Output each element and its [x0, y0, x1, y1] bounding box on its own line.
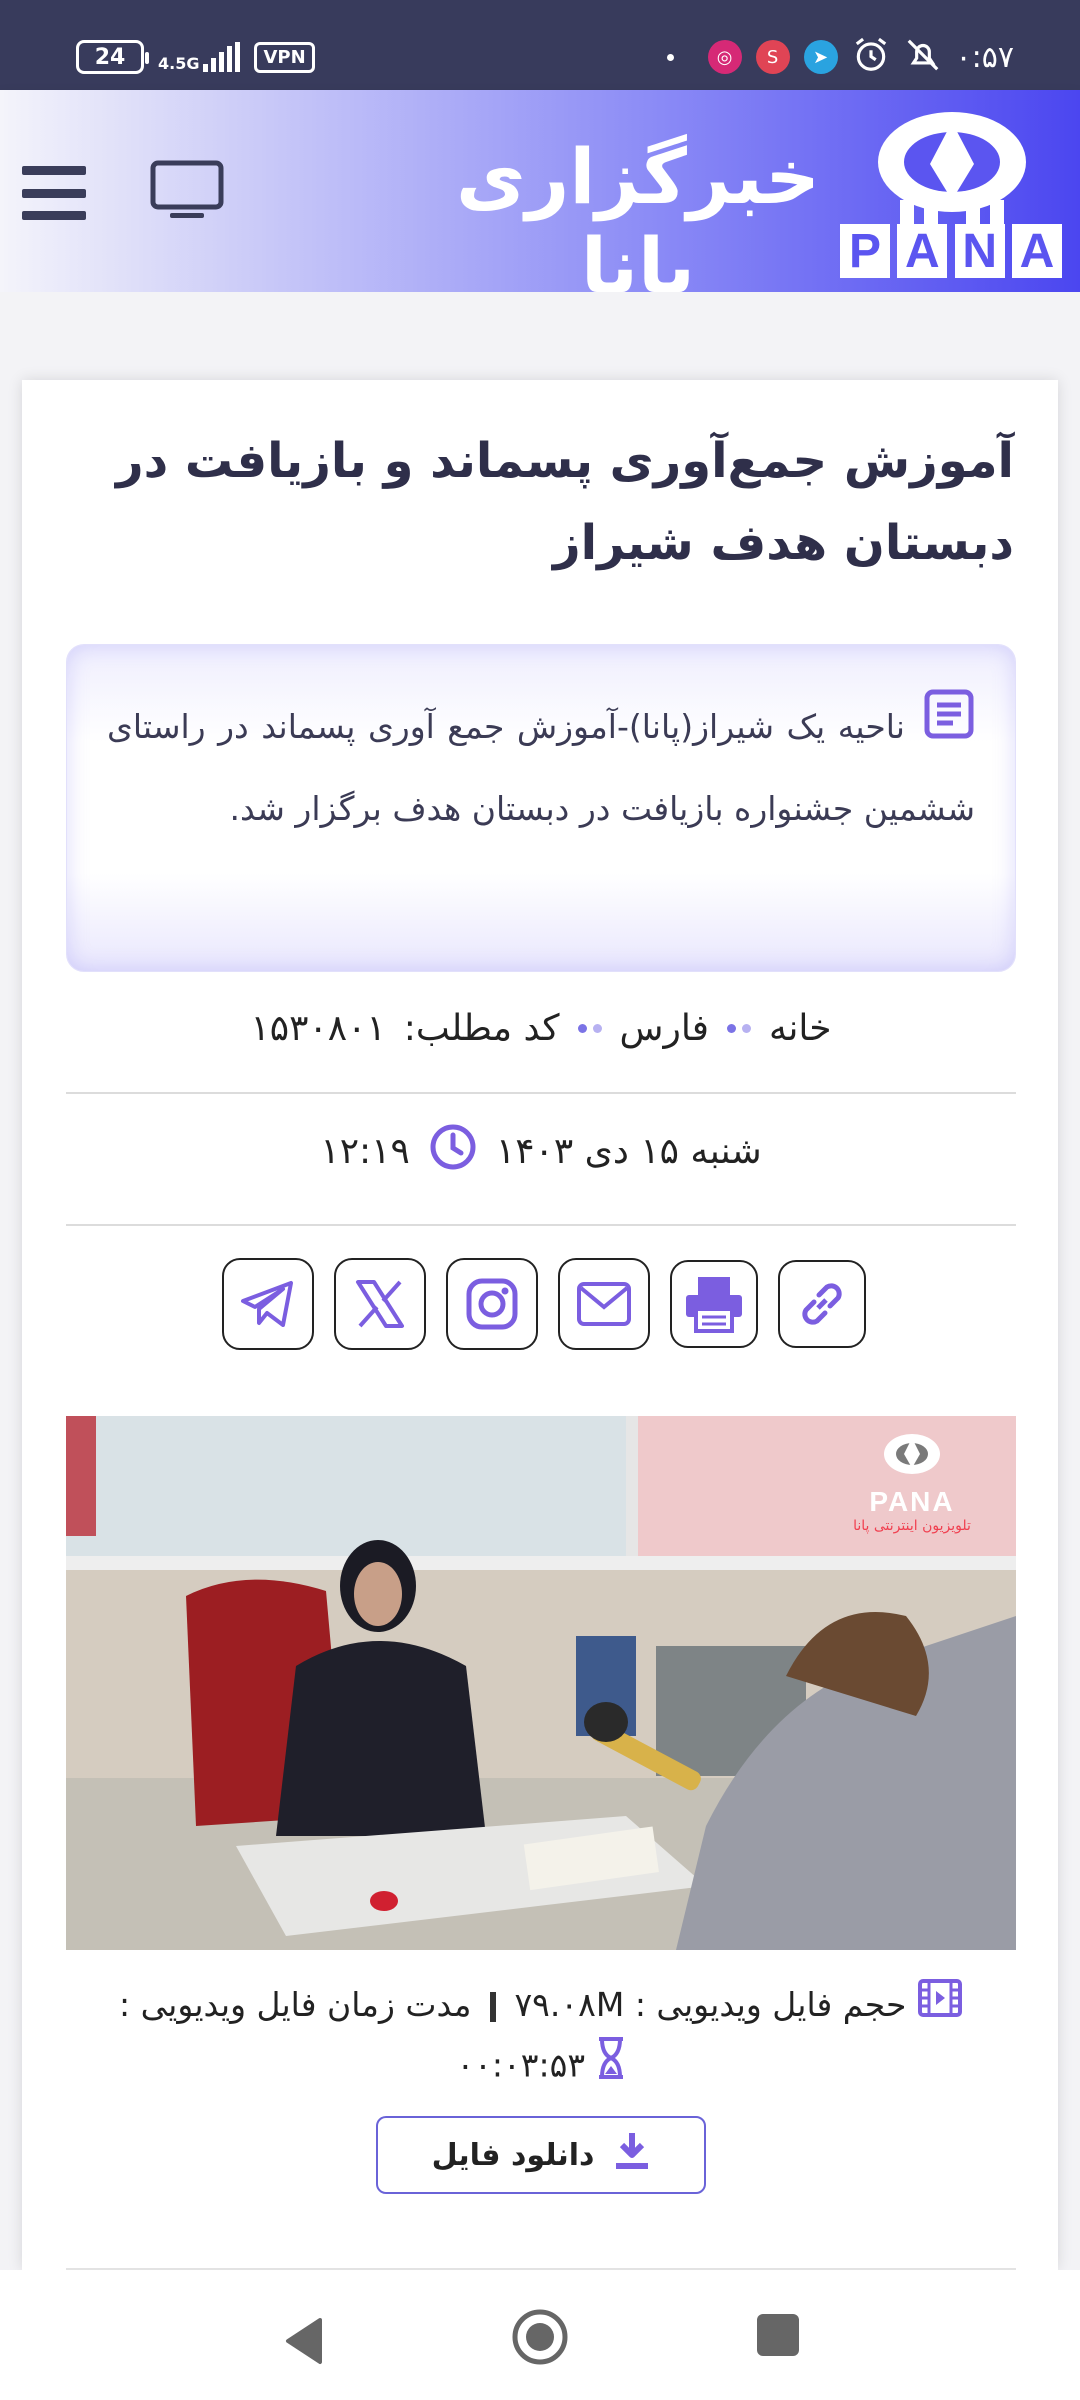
file-size-value: ۷۹.۰۸M [514, 1985, 625, 2024]
instagram-notification-icon: ◎ [707, 40, 742, 74]
print-button[interactable] [670, 1260, 758, 1348]
file-size-label: حجم فایل ویدیویی : [634, 1985, 907, 2024]
publish-date: شنبه ۱۵ دی ۱۴۰۳ ۱۲:۱۹ [66, 1122, 1016, 1181]
share-x-button[interactable] [334, 1258, 426, 1350]
caption-separator [489, 1991, 496, 2022]
share-email-button[interactable] [558, 1258, 650, 1350]
telegram-notification-icon: ➤ [803, 40, 838, 74]
back-icon[interactable] [282, 2316, 324, 2370]
mute-icon [904, 36, 942, 78]
document-icon [923, 688, 975, 769]
breadcrumb-category[interactable]: فارس [620, 1008, 710, 1049]
brand-title[interactable]: خبرگزاری پانا [448, 132, 828, 310]
home-icon[interactable] [511, 2308, 569, 2370]
download-file-button[interactable]: دانلود فایل [376, 2116, 706, 2194]
duration-label: مدت زمان فایل ویدیویی : [119, 1985, 472, 2024]
vpn-badge: VPN [254, 41, 315, 73]
article-code-label: کد مطلب: [403, 1008, 560, 1049]
article-title: آموزش جمع‌آوری پسماند و بازیافت در دبستا… [115, 433, 1014, 571]
download-label: دانلود فایل [431, 2137, 595, 2173]
pana-logo-wordmark: P A N A [840, 224, 1062, 280]
lead-text: ناحیه یک شیراز(پانا)-آموزش جمع آوری پسما… [107, 707, 975, 828]
logo-letter: A [1011, 224, 1062, 278]
clock-icon [428, 1122, 478, 1181]
watermark-subtext: تلویزیون اینترنتی پانا [853, 1518, 971, 1534]
x-icon [356, 1280, 404, 1328]
alarm-icon [852, 36, 890, 78]
video-player[interactable]: PANA تلویزیون اینترنتی پانا [66, 1416, 1016, 1950]
article-lead-box: ناحیه یک شیراز(پانا)-آموزش جمع آوری پسما… [66, 644, 1016, 972]
video-info: حجم فایل ویدیویی : ۷۹.۰۸M مدت زمان فایل … [66, 1976, 1016, 2098]
app-notification-icon: S [755, 40, 790, 74]
breadcrumb-home[interactable]: خانه [769, 1008, 832, 1049]
instagram-icon [466, 1278, 518, 1330]
status-bar: 24 4.5G VPN ◎ S ➤ ۰:۵۷ [0, 0, 1080, 90]
share-instagram-button[interactable] [446, 1258, 538, 1350]
network-signal: 4.5G [158, 42, 241, 73]
link-icon [802, 1283, 842, 1325]
copy-link-button[interactable] [778, 1260, 866, 1348]
article-lead: ناحیه یک شیراز(پانا)-آموزش جمع آوری پسما… [107, 687, 975, 849]
pana-watermark-icon [884, 1434, 940, 1474]
video-watermark: PANA تلویزیون اینترنتی پانا [842, 1432, 982, 1534]
notification-dot [666, 53, 674, 61]
time-text: ۱۲:۱۹ [320, 1131, 410, 1172]
hamburger-menu-icon[interactable] [22, 166, 86, 220]
watermark-text: PANA [869, 1486, 955, 1517]
hourglass-icon [596, 2036, 626, 2098]
site-header: خبرگزاری پانا P A N A [0, 90, 1080, 310]
article-code: ۱۵۳۰۸۰۱ [250, 1008, 386, 1049]
breadcrumb-separator-icon [577, 1024, 602, 1033]
clock: ۰:۵۷ [955, 39, 1014, 75]
telegram-icon [241, 1281, 293, 1327]
film-icon [917, 1978, 963, 2036]
logo-letter: A [897, 224, 948, 278]
network-type: 4.5G [158, 54, 200, 73]
signal-bars-icon [203, 42, 241, 72]
logo-letter: N [954, 224, 1005, 278]
recent-apps-icon[interactable] [757, 2314, 799, 2356]
tv-icon[interactable] [150, 160, 224, 224]
duration-value: ۰۰:۰۳:۵۳ [456, 2045, 586, 2084]
battery-indicator: 24 [76, 40, 149, 74]
breadcrumb: خانه فارس کد مطلب: ۱۵۳۰۸۰۱ [66, 1008, 1016, 1049]
share-bar [222, 1258, 866, 1350]
date-text: شنبه ۱۵ دی ۱۴۰۳ [495, 1131, 762, 1172]
system-navigation-bar [0, 2270, 1080, 2400]
divider [66, 1092, 1016, 1094]
download-icon [614, 2131, 650, 2179]
print-icon [686, 1277, 742, 1333]
email-icon [577, 1282, 631, 1326]
share-telegram-button[interactable] [222, 1258, 314, 1350]
divider [66, 1224, 1016, 1226]
breadcrumb-separator-icon [727, 1024, 752, 1033]
logo-letter: P [840, 224, 890, 278]
